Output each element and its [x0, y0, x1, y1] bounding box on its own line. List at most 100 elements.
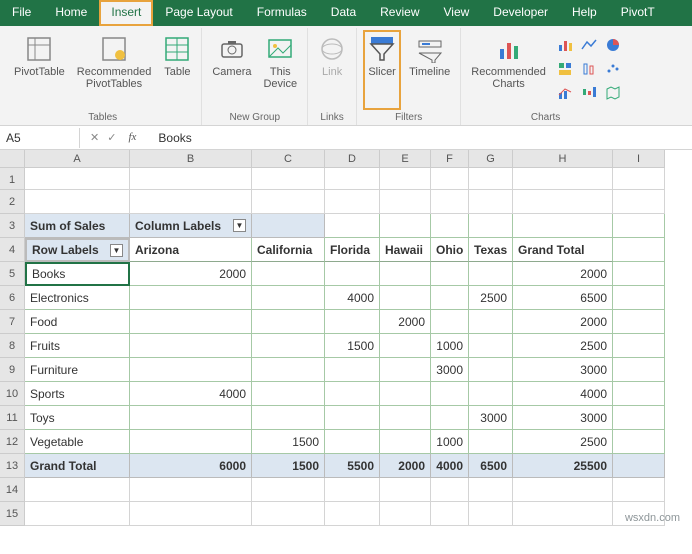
cell[interactable]: [325, 214, 380, 238]
cell[interactable]: [469, 502, 513, 526]
cell[interactable]: 4000: [431, 454, 469, 478]
col-header-h[interactable]: H: [513, 150, 613, 168]
cell[interactable]: [130, 190, 252, 214]
cell[interactable]: 1500: [252, 454, 325, 478]
cell[interactable]: [325, 190, 380, 214]
cell[interactable]: 6000: [130, 454, 252, 478]
pivot-grand-total-label[interactable]: Grand Total: [25, 454, 130, 478]
cell[interactable]: 2500: [513, 430, 613, 454]
cell[interactable]: [252, 358, 325, 382]
cell[interactable]: [380, 502, 431, 526]
cell[interactable]: [431, 382, 469, 406]
cell[interactable]: [380, 190, 431, 214]
tab-review[interactable]: Review: [368, 0, 431, 26]
cell[interactable]: [469, 382, 513, 406]
name-box[interactable]: A5: [0, 128, 80, 148]
cell[interactable]: [325, 478, 380, 502]
col-header-g[interactable]: G: [469, 150, 513, 168]
pivot-row-sports[interactable]: Sports: [25, 382, 130, 406]
tab-help[interactable]: Help: [560, 0, 609, 26]
cell[interactable]: [380, 262, 431, 286]
tab-data[interactable]: Data: [319, 0, 368, 26]
cell[interactable]: [325, 502, 380, 526]
waterfall-chart-icon[interactable]: [578, 82, 600, 104]
pivot-column-labels[interactable]: Column Labels▼: [130, 214, 252, 238]
cell[interactable]: [380, 358, 431, 382]
recommended-pivot-button[interactable]: Recommended PivotTables: [73, 30, 156, 110]
slicer-button[interactable]: Slicer: [363, 30, 401, 110]
cell[interactable]: [431, 214, 469, 238]
cell[interactable]: 2500: [469, 286, 513, 310]
cell[interactable]: [613, 190, 665, 214]
scatter-chart-icon[interactable]: [602, 58, 624, 80]
cell[interactable]: [613, 310, 665, 334]
row-header[interactable]: 12: [0, 430, 25, 454]
cell[interactable]: [613, 262, 665, 286]
row-header[interactable]: 3: [0, 214, 25, 238]
cell[interactable]: 1000: [431, 334, 469, 358]
pie-chart-icon[interactable]: [602, 34, 624, 56]
cell[interactable]: [130, 406, 252, 430]
dropdown-icon[interactable]: ▼: [233, 219, 246, 232]
cell[interactable]: [380, 286, 431, 310]
enter-icon[interactable]: ✓: [107, 131, 116, 144]
col-header-i[interactable]: I: [613, 150, 665, 168]
cell[interactable]: [380, 478, 431, 502]
cell[interactable]: [130, 286, 252, 310]
cell[interactable]: [513, 214, 613, 238]
cell[interactable]: [130, 430, 252, 454]
cell[interactable]: 3000: [431, 358, 469, 382]
cell[interactable]: [380, 214, 431, 238]
cell[interactable]: 2000: [380, 310, 431, 334]
row-header[interactable]: 5: [0, 262, 25, 286]
cell[interactable]: [613, 406, 665, 430]
timeline-button[interactable]: Timeline: [405, 30, 454, 110]
cell[interactable]: [469, 430, 513, 454]
cell[interactable]: [252, 168, 325, 190]
cell[interactable]: [469, 190, 513, 214]
tab-formulas[interactable]: Formulas: [245, 0, 319, 26]
cell[interactable]: [380, 334, 431, 358]
cell[interactable]: 3000: [513, 406, 613, 430]
row-header[interactable]: 9: [0, 358, 25, 382]
tab-home[interactable]: Home: [43, 0, 99, 26]
row-header[interactable]: 15: [0, 502, 25, 526]
cell[interactable]: [130, 334, 252, 358]
cell[interactable]: [469, 478, 513, 502]
cell[interactable]: [130, 310, 252, 334]
pivot-col-florida[interactable]: Florida: [325, 238, 380, 262]
pivot-col-ohio[interactable]: Ohio: [431, 238, 469, 262]
cell[interactable]: [380, 382, 431, 406]
cell[interactable]: [380, 168, 431, 190]
cell[interactable]: [325, 310, 380, 334]
row-header[interactable]: 7: [0, 310, 25, 334]
this-device-button[interactable]: This Device: [259, 30, 301, 110]
tab-developer[interactable]: Developer: [481, 0, 560, 26]
cell[interactable]: [431, 478, 469, 502]
pivot-row-labels[interactable]: Row Labels▼: [25, 238, 130, 262]
cell[interactable]: 2000: [513, 310, 613, 334]
cell[interactable]: [130, 358, 252, 382]
cell[interactable]: [613, 286, 665, 310]
tab-page-layout[interactable]: Page Layout: [153, 0, 244, 26]
pivot-col-hawaii[interactable]: Hawaii: [380, 238, 431, 262]
cell[interactable]: [325, 262, 380, 286]
cell[interactable]: 3000: [469, 406, 513, 430]
pivot-col-arizona[interactable]: Arizona: [130, 238, 252, 262]
cell[interactable]: 2000: [380, 454, 431, 478]
row-header[interactable]: 8: [0, 334, 25, 358]
cell[interactable]: [252, 382, 325, 406]
cell[interactable]: 4000: [325, 286, 380, 310]
link-button[interactable]: Link: [314, 30, 350, 110]
row-header[interactable]: 4: [0, 238, 25, 262]
row-header[interactable]: 11: [0, 406, 25, 430]
tab-file[interactable]: File: [0, 0, 43, 26]
pivottable-button[interactable]: PivotTable: [10, 30, 69, 110]
cell[interactable]: [469, 214, 513, 238]
row-header[interactable]: 14: [0, 478, 25, 502]
cell[interactable]: [431, 168, 469, 190]
dropdown-icon[interactable]: ▼: [110, 244, 123, 257]
pivot-row-fruits[interactable]: Fruits: [25, 334, 130, 358]
cell[interactable]: [513, 190, 613, 214]
cell[interactable]: 1500: [325, 334, 380, 358]
